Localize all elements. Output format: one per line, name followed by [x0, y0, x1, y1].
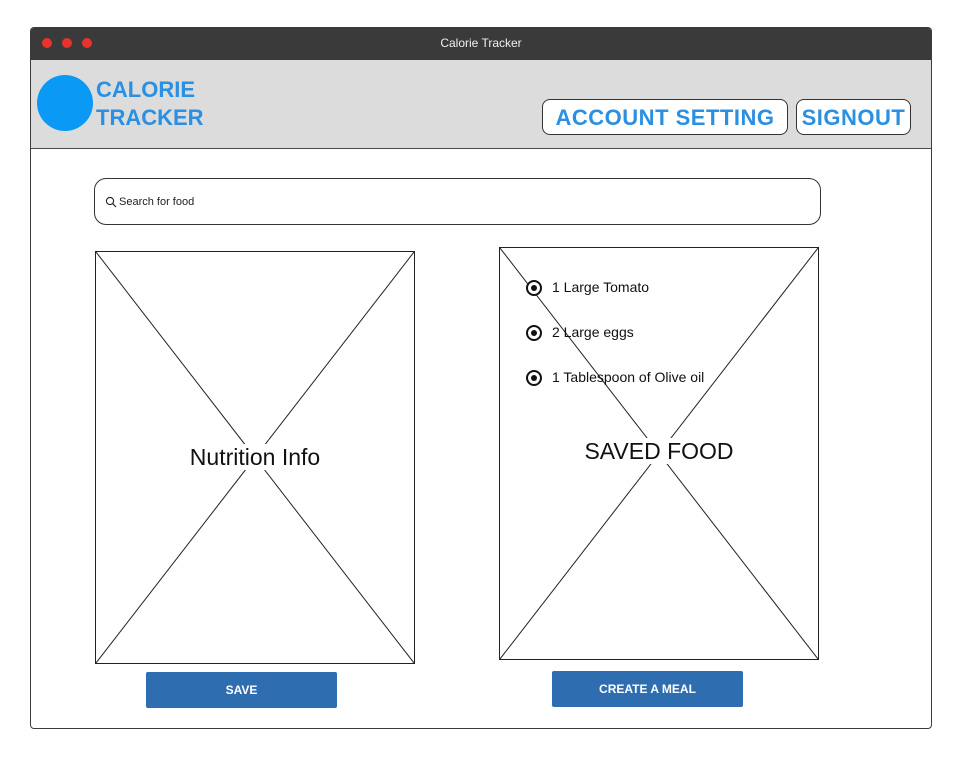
window-title: Calorie Tracker	[440, 36, 522, 50]
food-item-label: 2 Large eggs	[552, 324, 634, 340]
list-item[interactable]: 1 Tablespoon of Olive oil	[526, 368, 816, 413]
nutrition-info-label-wrap: Nutrition Info	[96, 444, 414, 471]
nutrition-info-panel: Nutrition Info	[95, 251, 415, 664]
radio-button[interactable]	[526, 325, 542, 341]
food-item-label: 1 Tablespoon of Olive oil	[552, 369, 705, 385]
radio-button[interactable]	[526, 280, 542, 296]
app-logo-text: CALORIE TRACKER	[96, 76, 226, 132]
saved-food-label: SAVED FOOD	[578, 438, 740, 464]
list-item[interactable]: 2 Large eggs	[526, 323, 816, 368]
window-titlebar: Calorie Tracker	[31, 28, 931, 60]
search-icon	[105, 196, 117, 208]
nutrition-info-label: Nutrition Info	[183, 444, 327, 470]
saved-food-label-wrap: SAVED FOOD	[500, 438, 818, 465]
list-item[interactable]: 1 Large Tomato	[526, 278, 816, 323]
save-button[interactable]: SAVE	[146, 672, 337, 708]
logo-icon	[37, 75, 93, 131]
radio-button[interactable]	[526, 370, 542, 386]
search-input[interactable]	[119, 192, 799, 212]
account-setting-button[interactable]: ACCOUNT SETTING	[542, 99, 788, 135]
create-meal-button[interactable]: CREATE A MEAL	[552, 671, 743, 707]
logo-line-1: CALORIE	[96, 77, 195, 102]
logo-line-2: TRACKER	[96, 105, 204, 130]
saved-food-list: 1 Large Tomato 2 Large eggs 1 Tablespoon…	[526, 278, 816, 413]
signout-button[interactable]: SIGNOUT	[796, 99, 911, 135]
app-window: Calorie Tracker CALORIE TRACKER ACCOUNT …	[30, 27, 932, 729]
search-bar[interactable]	[94, 178, 821, 225]
app-header: CALORIE TRACKER ACCOUNT SETTING SIGNOUT	[31, 60, 931, 149]
food-item-label: 1 Large Tomato	[552, 279, 650, 295]
saved-food-panel: SAVED FOOD 1 Large Tomato 2 Large eggs 1…	[499, 247, 819, 660]
